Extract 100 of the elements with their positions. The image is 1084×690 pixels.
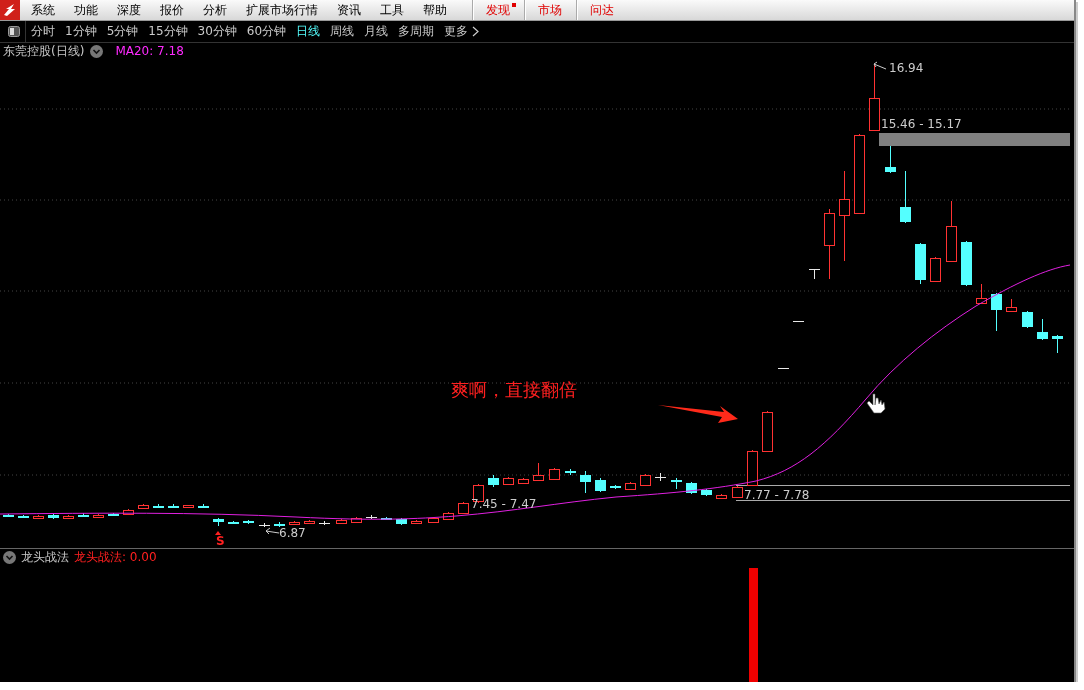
candlestick [123, 508, 134, 516]
candlestick [580, 470, 591, 494]
period-tab[interactable]: 5分钟 [106, 23, 139, 40]
menu-item[interactable]: 问达 [582, 1, 622, 19]
candlestick [33, 514, 44, 520]
candlestick [701, 488, 712, 497]
candlestick [595, 477, 606, 493]
up-arrow-icon [215, 531, 221, 535]
price-label: 16.94 [889, 61, 924, 75]
candlestick [93, 513, 104, 519]
candlestick [900, 170, 911, 224]
candlestick [654, 472, 667, 482]
candlestick [365, 514, 378, 520]
app-logo-icon[interactable] [0, 0, 20, 20]
candlestick [915, 242, 926, 285]
dropdown-icon[interactable] [3, 551, 16, 564]
menu-item[interactable]: 扩展市场行情 [246, 1, 318, 19]
candlestick [411, 519, 422, 525]
menu-item[interactable]: 工具 [380, 1, 404, 19]
candlestick [48, 513, 59, 520]
candlestick [762, 410, 773, 453]
menu-item[interactable]: 发现 [478, 1, 518, 19]
candlestick [961, 240, 972, 287]
candlestick [885, 145, 896, 174]
candlestick [824, 208, 835, 280]
candlestick [686, 481, 697, 495]
chevron-right-icon [472, 26, 480, 37]
candlestick [792, 320, 805, 322]
candlestick [153, 503, 164, 509]
candlestick [976, 283, 987, 305]
indicator-reading: 龙头战法: 0.00 [74, 549, 157, 566]
candlestick [289, 520, 300, 525]
period-tab[interactable]: 1分钟 [65, 23, 97, 40]
candlestick [396, 517, 407, 526]
annotation-text: 爽啊，直接翻倍 [451, 379, 577, 401]
candlestick [336, 518, 347, 525]
candlestick [747, 449, 758, 487]
leader-line [873, 61, 887, 70]
candlestick [808, 268, 821, 280]
menu-item[interactable]: 资讯 [337, 1, 361, 19]
period-tab[interactable]: 15分钟 [148, 23, 188, 40]
candlestick [198, 503, 209, 509]
candlestick [930, 256, 941, 283]
candlestick [991, 292, 1002, 332]
candlestick [3, 513, 14, 518]
period-tab[interactable]: 30分钟 [197, 23, 237, 40]
period-tab[interactable]: 60分钟 [246, 23, 287, 40]
candlestick [274, 521, 285, 528]
period-tab[interactable]: 日线 [296, 23, 321, 40]
stock-title: 东莞控股(日线) [3, 42, 85, 60]
candlestick [458, 501, 469, 515]
menu-item[interactable]: 报价 [160, 1, 184, 19]
price-label: 6.87 [279, 526, 306, 540]
menu-item[interactable]: 分析 [203, 1, 227, 19]
candlestick [183, 504, 194, 509]
more-button[interactable]: 更多 [444, 23, 480, 40]
period-tab[interactable]: 月线 [364, 23, 389, 40]
period-tab[interactable]: 分时 [31, 23, 55, 40]
signal-mark: S [216, 535, 225, 548]
candlestick [671, 477, 682, 490]
menu-item[interactable]: 深度 [117, 1, 141, 19]
panel-toggle-icon[interactable] [8, 26, 20, 37]
candlestick [304, 519, 315, 525]
candlestick [640, 473, 651, 487]
candlestick [503, 476, 514, 486]
menu-item[interactable]: 市场 [530, 1, 570, 19]
candlestick [1037, 318, 1048, 341]
candlestick [18, 514, 29, 519]
candlestick [258, 522, 271, 528]
dropdown-icon[interactable] [90, 44, 104, 58]
candlestick [869, 63, 880, 132]
candlestick [138, 503, 149, 510]
candlestick [488, 474, 499, 488]
candlestick [63, 514, 74, 520]
candlestick [533, 462, 544, 482]
candlestick [78, 512, 89, 518]
candlestick [213, 517, 224, 527]
candlestick [428, 516, 439, 524]
price-label: 7.77 - 7.78 [744, 488, 810, 502]
ma-reading: MA20: 7.18 [115, 44, 184, 58]
candlestick [565, 468, 576, 476]
candlestick [518, 477, 529, 485]
candlestick [351, 516, 362, 524]
candlestick [946, 200, 957, 263]
period-tab[interactable]: 多周期 [398, 23, 435, 40]
menu-item[interactable]: 功能 [74, 1, 98, 19]
menu-item[interactable]: 帮助 [423, 1, 447, 19]
candlestick [443, 511, 454, 521]
candlestick [549, 467, 560, 481]
price-label: 15.46 - 15.17 [881, 117, 962, 131]
period-tab[interactable]: 周线 [330, 23, 355, 40]
indicator-name: 龙头战法 [21, 549, 69, 566]
candlestick [1022, 310, 1033, 329]
candlestick [625, 481, 636, 491]
candlestick [1006, 298, 1017, 313]
candlestick [168, 503, 179, 509]
price-label: 7.45 - 7.47 [471, 497, 537, 511]
leader-line [265, 527, 280, 535]
candlestick [108, 512, 119, 517]
menu-item[interactable]: 系统 [31, 1, 55, 19]
